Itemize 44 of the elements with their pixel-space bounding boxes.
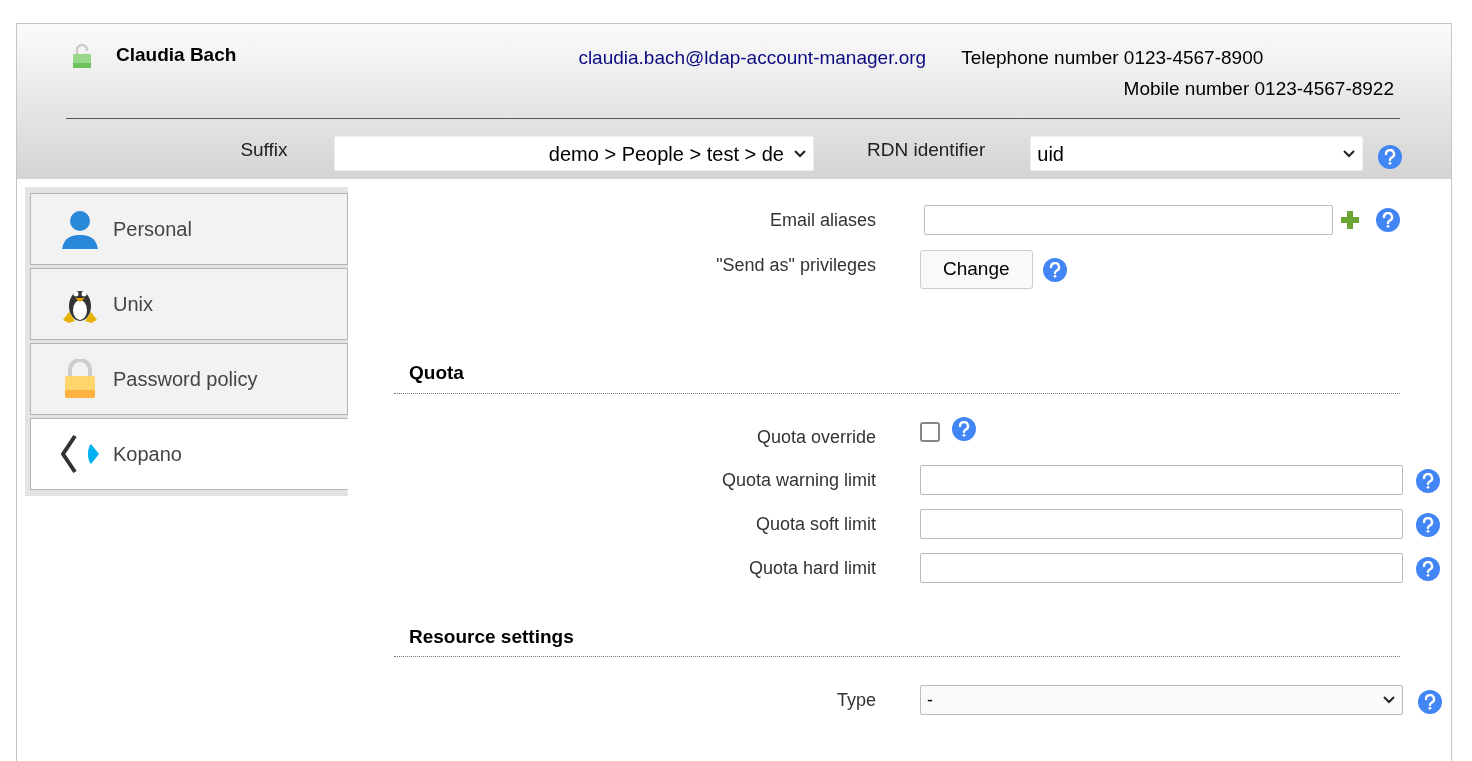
- caret-icon: [1382, 695, 1396, 705]
- text-field[interactable]: [920, 464, 1403, 495]
- field-label: Email aliases: [768, 209, 876, 232]
- section-title: Resource settings: [409, 625, 574, 647]
- kopano-logo-icon: [61, 434, 99, 474]
- module-tab[interactable]: Password policy: [30, 343, 348, 415]
- help-icon[interactable]: [1376, 208, 1400, 232]
- text-field[interactable]: [920, 552, 1403, 583]
- caret-icon: [1342, 148, 1356, 159]
- help-icon[interactable]: [1378, 145, 1402, 169]
- help-icon[interactable]: [1416, 469, 1440, 493]
- help-icon[interactable]: [1418, 690, 1442, 714]
- change-button[interactable]: Change: [920, 250, 1033, 289]
- help-icon[interactable]: [1416, 513, 1440, 537]
- suffix-label: Suffix: [239, 138, 288, 162]
- suffix-dropdown[interactable]: demo > People > test > de: [333, 136, 814, 171]
- caret-icon: [793, 148, 807, 159]
- field-label: Quota warning limit: [720, 468, 876, 492]
- field-label: Type: [835, 689, 876, 712]
- module-tab[interactable]: Unix: [30, 268, 348, 340]
- text-field[interactable]: [924, 205, 1333, 235]
- rdn-label: RDN identifier: [867, 138, 986, 162]
- email-link[interactable]: claudia.bach@ldap-account-manager.org: [578, 44, 927, 73]
- module-tab[interactable]: Personal: [30, 193, 348, 265]
- type-dropdown[interactable]: -: [920, 685, 1403, 715]
- text-field[interactable]: [920, 508, 1403, 539]
- user-name: Claudia Bach: [116, 43, 237, 67]
- rdn-dropdown[interactable]: uid: [1030, 136, 1363, 171]
- field-label: "Send as" privileges: [715, 254, 876, 277]
- help-icon[interactable]: [952, 416, 976, 441]
- padlock-icon: [64, 359, 96, 399]
- section-title: Quota: [409, 362, 464, 383]
- checkbox[interactable]: [920, 421, 940, 442]
- field-label: Quota hard limit: [747, 556, 876, 580]
- module-tab[interactable]: Kopano: [30, 418, 348, 490]
- field-label: Quota override: [755, 425, 876, 449]
- help-icon[interactable]: [1042, 257, 1067, 282]
- open-padlock-icon: [72, 43, 92, 69]
- person-icon: [62, 209, 98, 249]
- mobile-number: Mobile number 0123-4567-8922: [1123, 76, 1394, 101]
- help-icon[interactable]: [1416, 557, 1440, 581]
- field-label: Quota soft limit: [754, 512, 876, 536]
- add-icon[interactable]: [1340, 210, 1360, 230]
- telephone-number: Telephone number 0123-4567-8900: [961, 46, 1264, 70]
